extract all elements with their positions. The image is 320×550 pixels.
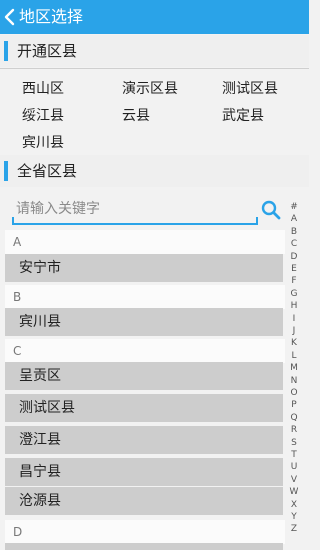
- letter-header: A: [5, 230, 285, 254]
- list-item[interactable]: 昌宁县: [5, 458, 283, 486]
- list-item[interactable]: [5, 543, 283, 550]
- letter-header: D: [5, 520, 285, 544]
- index-letter[interactable]: W: [287, 486, 301, 498]
- open-district-item[interactable]: 测试区县: [222, 80, 278, 98]
- list-item[interactable]: 沧源县: [5, 487, 283, 515]
- open-district-item[interactable]: 演示区县: [122, 80, 178, 98]
- open-district-item[interactable]: 宾川县: [22, 134, 64, 152]
- index-letter[interactable]: E: [287, 263, 301, 275]
- index-letter[interactable]: X: [287, 499, 301, 511]
- index-letter[interactable]: S: [287, 437, 301, 449]
- index-letter[interactable]: P: [287, 399, 301, 411]
- chevron-left-icon[interactable]: [3, 8, 17, 26]
- index-letter[interactable]: J: [287, 325, 301, 337]
- all-section-header: 全省区县: [0, 155, 309, 187]
- index-letter[interactable]: D: [287, 251, 301, 263]
- section-accent-bar: [4, 41, 8, 61]
- section-accent-bar: [4, 161, 8, 181]
- index-letter[interactable]: L: [287, 350, 301, 362]
- letter-header: C: [5, 339, 285, 363]
- search-field: [12, 195, 258, 225]
- list-item[interactable]: 澄江县: [5, 426, 283, 454]
- all-section-title: 全省区县: [17, 162, 78, 180]
- index-letter[interactable]: O: [287, 387, 301, 399]
- open-district-item[interactable]: 云县: [122, 107, 150, 125]
- search-icon[interactable]: [261, 200, 281, 220]
- index-letter[interactable]: H: [287, 300, 301, 312]
- index-letter[interactable]: F: [287, 275, 301, 287]
- index-letter[interactable]: V: [287, 474, 301, 486]
- index-letter[interactable]: U: [287, 461, 301, 473]
- index-letter[interactable]: R: [287, 424, 301, 436]
- index-letter[interactable]: N: [287, 375, 301, 387]
- index-letter[interactable]: B: [287, 226, 301, 238]
- page-title: 地区选择: [19, 7, 84, 26]
- index-letter[interactable]: T: [287, 449, 301, 461]
- index-letter[interactable]: A: [287, 213, 301, 225]
- search-input[interactable]: [16, 197, 252, 221]
- index-letter[interactable]: I: [287, 313, 301, 325]
- list-item[interactable]: 宾川县: [5, 308, 283, 336]
- open-district-item[interactable]: 武定县: [222, 107, 264, 125]
- district-list[interactable]: A 安宁市 B 宾川县 C 呈贡区 测试区县 澄江县 昌宁县 沧源县 D: [5, 230, 285, 550]
- open-district-grid: 西山区 演示区县 测试区县 绥江县 云县 武定县 宾川县: [0, 68, 309, 154]
- index-letter[interactable]: Y: [287, 511, 301, 523]
- index-letter[interactable]: Z: [287, 523, 301, 535]
- index-letter[interactable]: Q: [287, 412, 301, 424]
- index-letter[interactable]: G: [287, 288, 301, 300]
- list-item[interactable]: 测试区县: [5, 394, 283, 422]
- list-item[interactable]: 呈贡区: [5, 362, 283, 390]
- index-letter[interactable]: C: [287, 238, 301, 250]
- index-letter[interactable]: M: [287, 362, 301, 374]
- open-section-header: 开通区县: [0, 35, 309, 67]
- index-letter[interactable]: K: [287, 337, 301, 349]
- list-item[interactable]: 安宁市: [5, 254, 283, 282]
- open-section-title: 开通区县: [17, 42, 78, 60]
- top-bar: 地区选择: [0, 0, 309, 34]
- open-district-item[interactable]: 绥江县: [22, 107, 64, 125]
- letter-header: B: [5, 285, 285, 309]
- open-district-item[interactable]: 西山区: [22, 80, 64, 98]
- index-letter[interactable]: #: [287, 201, 301, 213]
